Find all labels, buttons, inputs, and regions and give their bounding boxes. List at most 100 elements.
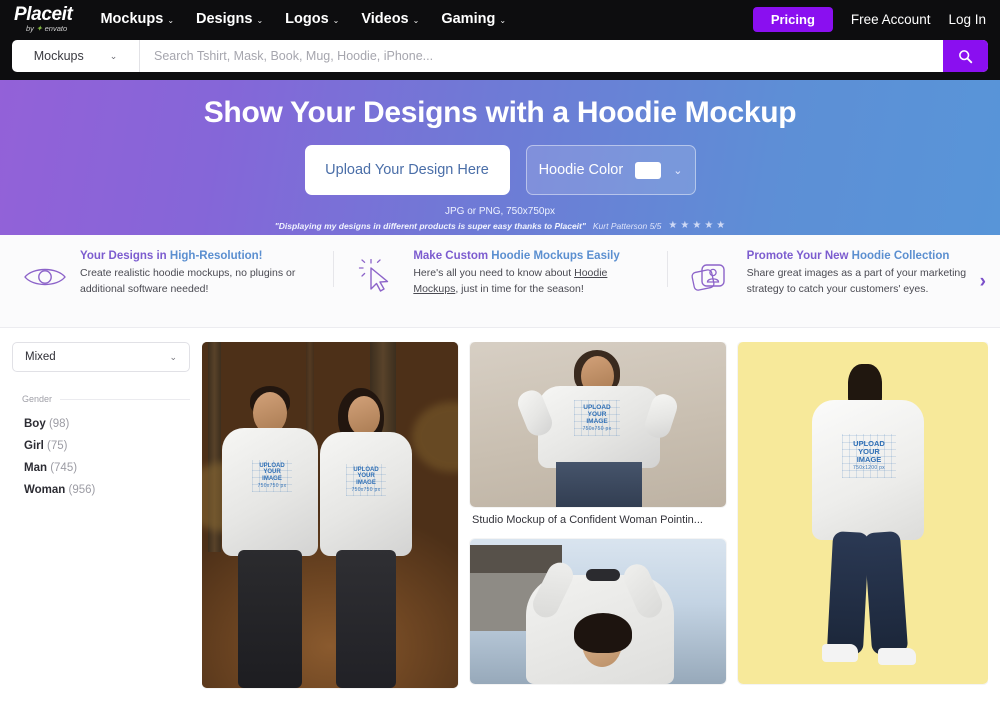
gallery-column-1: UPLOAD YOUR IMAGE 750x750 px UPLOAD YOUR… <box>202 342 458 705</box>
cursor-click-icon <box>359 258 389 292</box>
star-icon: ★ <box>716 220 726 231</box>
star-icon: ★ <box>692 220 702 231</box>
feature-title: Promote Your New Hoodie Collection <box>747 249 984 263</box>
feature-card-high-resolution[interactable]: Your Designs in High-Resolution! Create … <box>0 249 333 297</box>
mockup-card-outdoor-woman[interactable] <box>470 539 726 684</box>
feature-body: Promote Your New Hoodie Collection Share… <box>747 249 984 297</box>
filter-option-girl[interactable]: Girl (75) <box>12 435 190 457</box>
hoodie-color-label: Hoodie Color <box>538 162 624 178</box>
search-category-dropdown[interactable]: Mockups ⌄ <box>12 40 140 72</box>
gallery-column-3: UPLOAD YOUR IMAGE 750x1200 px <box>738 342 988 705</box>
logo-wordmark: Placeit <box>14 4 73 25</box>
design-dims: 750x750 px <box>257 483 287 489</box>
filter-option-woman[interactable]: Woman (956) <box>12 479 190 501</box>
design-line-1: UPLOAD <box>583 403 611 411</box>
star-icon: ★ <box>668 220 678 231</box>
chevron-down-icon: ⌄ <box>109 50 118 61</box>
mockup-image-studio-woman: UPLOAD YOUR IMAGE 750x750 px <box>470 342 726 507</box>
placeit-logo[interactable]: Placeit by ✦ envato <box>14 4 73 33</box>
feature-card-promote-collection[interactable]: Promote Your New Hoodie Collection Share… <box>666 249 1000 297</box>
free-account-link[interactable]: Free Account <box>851 12 931 27</box>
mockup-card-caption: Studio Mockup of a Confident Woman Point… <box>472 514 703 526</box>
primary-nav-items: Mockups ⌄ Designs ⌄ Logos ⌄ Videos ⌄ Gam… <box>100 11 506 27</box>
feature-title-plain: Make Custom <box>413 250 492 262</box>
nav-right-actions: Pricing Free Account Log In <box>752 6 986 32</box>
nav-item-designs[interactable]: Designs ⌄ <box>196 11 263 27</box>
pricing-button[interactable]: Pricing <box>752 6 833 32</box>
search-bar: Mockups ⌄ <box>12 40 988 72</box>
mockup-gallery: UPLOAD YOUR IMAGE 750x750 px UPLOAD YOUR… <box>202 342 988 705</box>
rating-stars: ★ ★ ★ ★ ★ <box>668 220 725 231</box>
design-dims: 750x750 px <box>582 425 612 432</box>
feature-body: Your Designs in High-Resolution! Create … <box>80 249 317 297</box>
design-dims: 750x1200 px <box>853 465 885 472</box>
design-line-3: IMAGE <box>856 455 882 465</box>
envato-leaf-icon: ✦ <box>35 24 43 33</box>
filter-option-count: (98) <box>48 418 70 430</box>
feature-description: Create realistic hoodie mockups, no plug… <box>80 267 296 295</box>
design-line-3: IMAGE <box>586 417 608 425</box>
feature-desc-after: , just in time for the season! <box>455 282 584 295</box>
testimonial-text: "Displaying my designs in different prod… <box>274 220 586 231</box>
mockup-card-studio-woman[interactable]: UPLOAD YOUR IMAGE 750x750 px Studio Mock… <box>470 342 726 529</box>
mockup-card-back-view-yellow[interactable]: UPLOAD YOUR IMAGE 750x1200 px <box>738 342 988 684</box>
mixed-filter-dropdown[interactable]: Mixed ⌄ <box>12 342 190 372</box>
login-link[interactable]: Log In <box>948 12 986 27</box>
feature-card-custom-mockups[interactable]: Make Custom Hoodie Mockups Easily Here's… <box>333 249 666 297</box>
upload-design-button[interactable]: Upload Your Design Here <box>304 145 510 195</box>
nav-item-logos[interactable]: Logos ⌄ <box>285 11 339 27</box>
filter-option-label: Man <box>24 462 47 474</box>
feature-icon-wrap <box>689 249 735 297</box>
design-dims: 750x750 px <box>351 487 381 493</box>
mockup-image-outdoor-woman <box>470 539 726 684</box>
filter-sidebar: Mixed ⌄ Gender Boy (98) Girl (75) Man (7… <box>12 342 190 705</box>
nav-item-videos[interactable]: Videos ⌄ <box>361 11 419 27</box>
filter-option-boy[interactable]: Boy (98) <box>12 413 190 435</box>
filter-option-count: (956) <box>68 484 96 496</box>
nav-item-mockups[interactable]: Mockups ⌄ <box>100 11 174 27</box>
feature-title-plain: Your Designs in <box>80 250 170 262</box>
search-submit-button[interactable] <box>943 40 988 72</box>
eye-icon <box>24 268 66 286</box>
feature-title-accent: Hoodie Collection <box>851 250 950 262</box>
testimonial: "Displaying my designs in different prod… <box>275 220 726 231</box>
filter-option-man[interactable]: Man (745) <box>12 457 190 479</box>
logo-tagline: by ✦ envato <box>26 25 67 33</box>
design-line-3: IMAGE <box>356 479 376 486</box>
feature-title: Your Designs in High-Resolution! <box>80 249 317 263</box>
filter-group-title-label: Gender <box>22 394 53 404</box>
logo-by-text: by <box>26 24 34 34</box>
chevron-down-icon: ⌄ <box>332 15 340 25</box>
chevron-down-icon: ⌄ <box>256 15 264 25</box>
nav-item-logos-label: Logos <box>285 11 329 27</box>
feature-description: Here's all you need to know about Hoodie… <box>413 266 650 296</box>
mixed-filter-value: Mixed <box>25 351 56 363</box>
feature-icon-wrap <box>22 249 68 297</box>
carousel-next-button[interactable]: › <box>980 271 986 293</box>
search-input[interactable] <box>140 40 943 72</box>
nav-item-gaming[interactable]: Gaming ⌄ <box>441 11 506 27</box>
page-title: Show Your Designs with a Hoodie Mockup <box>203 96 797 129</box>
top-navigation-bar: Placeit by ✦ envato Mockups ⌄ Designs ⌄ … <box>0 0 1000 38</box>
main-content: Mixed ⌄ Gender Boy (98) Girl (75) Man (7… <box>0 328 1000 705</box>
chevron-down-icon: ⌄ <box>412 15 420 25</box>
mockup-card-studio-woman-image-wrap: UPLOAD YOUR IMAGE 750x750 px <box>470 342 726 507</box>
filter-option-label: Girl <box>24 440 44 452</box>
logo-envato-text: envato <box>44 24 68 34</box>
design-line-3: IMAGE <box>262 475 282 482</box>
hero-banner: Show Your Designs with a Hoodie Mockup U… <box>0 80 1000 235</box>
feature-title-accent: Hoodie Mockups Easily <box>491 250 620 262</box>
hoodie-color-dropdown[interactable]: Hoodie Color ⌄ <box>525 145 696 195</box>
filter-group-gender: Gender Boy (98) Girl (75) Man (745) Woma… <box>12 394 190 501</box>
design-line-2: YOUR <box>587 410 607 418</box>
feature-description: Share great images as a part of your mar… <box>746 267 967 295</box>
filter-group-title: Gender <box>12 394 190 404</box>
mockup-card-couple-park[interactable]: UPLOAD YOUR IMAGE 750x750 px UPLOAD YOUR… <box>202 342 458 688</box>
gallery-column-2: UPLOAD YOUR IMAGE 750x750 px Studio Mock… <box>470 342 726 705</box>
filter-option-count: (745) <box>50 462 78 474</box>
hero-controls: Upload Your Design Here Hoodie Color ⌄ <box>304 145 696 195</box>
nav-item-designs-label: Designs <box>196 11 253 27</box>
feature-title-plain: Promote Your New <box>746 250 852 262</box>
chevron-down-icon: ⌄ <box>167 15 175 25</box>
feature-body: Make Custom Hoodie Mockups Easily Here's… <box>413 249 650 297</box>
